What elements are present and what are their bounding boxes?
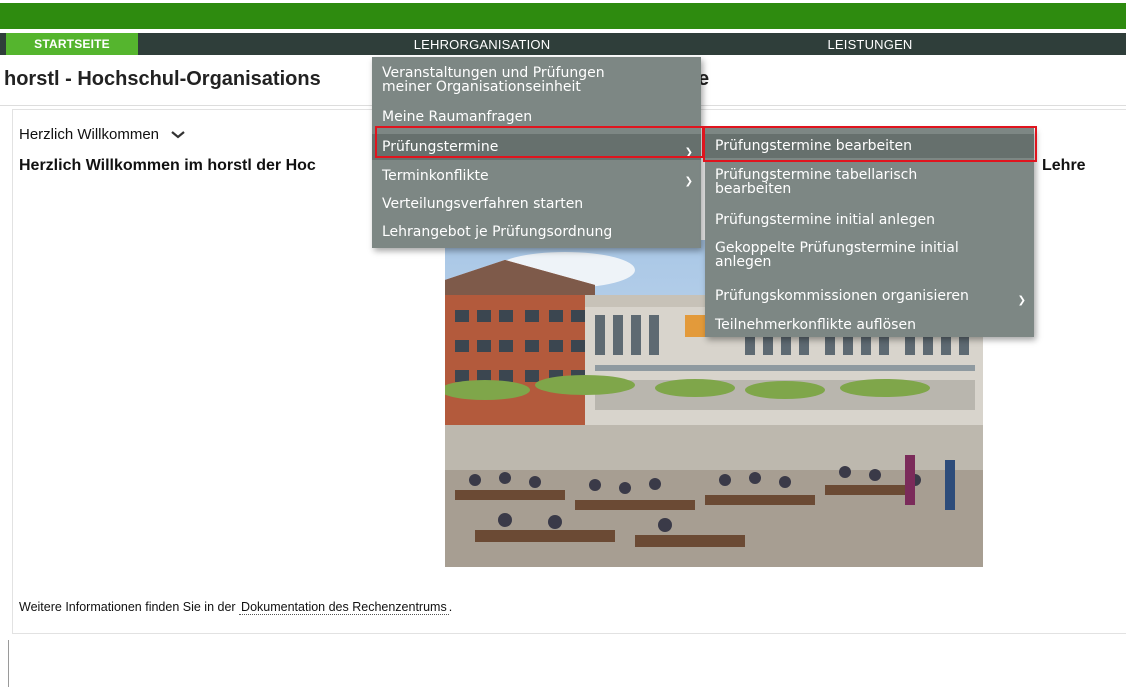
submenu-item-label: anlegen (715, 254, 772, 270)
menu-item-label: meiner Organisationseinheit (382, 79, 581, 95)
submenu-item-kommissionen[interactable]: Prüfungskommissionen organisieren ❯ (705, 284, 1034, 308)
menu-item-label: Lehrangebot je Prüfungsordnung (382, 224, 613, 240)
menu-item-pruefungstermine[interactable]: Prüfungstermine ❯ (372, 134, 701, 160)
menu-item-raumanfragen[interactable]: Meine Raumanfragen (372, 110, 701, 130)
welcome-text-end: Lehre (1042, 157, 1086, 174)
welcome-text: Herzlich Willkommen im horstl der Hoc (19, 157, 316, 174)
footer-info: Weitere Informationen finden Sie in der … (19, 600, 453, 615)
pruefungstermine-submenu: Prüfungstermine bearbeiten Prüfungstermi… (705, 128, 1034, 337)
submenu-item-label: Gekoppelte Prüfungstermine initial (715, 240, 959, 256)
documentation-link[interactable]: Dokumentation des Rechenzentrums (239, 600, 449, 615)
submenu-item-bearbeiten[interactable]: Prüfungstermine bearbeiten (705, 134, 1034, 158)
nav-lehrorganisation[interactable]: LEHRORGANISATION (392, 33, 572, 55)
page-edge-rule (8, 640, 9, 687)
menu-item-label: Verteilungsverfahren starten (382, 196, 584, 212)
submenu-item-label: Prüfungstermine initial anlegen (715, 212, 936, 228)
menu-item-label: Meine Raumanfragen (382, 109, 533, 125)
menu-item-label: Prüfungstermine (382, 139, 499, 155)
lehrorganisation-menu: Veranstaltungen und Prüfungen meiner Org… (372, 57, 701, 248)
menu-item-terminkonflikte[interactable]: Terminkonflikte ❯ (372, 163, 701, 189)
submenu-item-label: Prüfungskommissionen organisieren (715, 288, 969, 304)
submenu-item-label: Prüfungstermine tabellarisch (715, 167, 918, 183)
menu-item-verteilungsverfahren[interactable]: Verteilungsverfahren starten (372, 191, 701, 217)
submenu-item-gekoppelte[interactable]: Gekoppelte Prüfungstermine initial anleg… (705, 241, 1034, 275)
chevron-down-icon[interactable] (171, 131, 185, 139)
submenu-item-teilnehmerkonflikte[interactable]: Teilnehmerkonflikte auflösen (705, 313, 1034, 337)
footer-prefix: Weitere Informationen finden Sie in der (19, 600, 236, 614)
welcome-heading: Herzlich Willkommen (19, 126, 160, 143)
main-navigation: STARTSEITE LEHRORGANISATION LEISTUNGEN (0, 33, 1126, 55)
chevron-right-icon: ❯ (1017, 295, 1026, 306)
submenu-item-tabellarisch[interactable]: Prüfungstermine tabellarisch bearbeiten (705, 168, 1034, 202)
menu-item-label: Veranstaltungen und Prüfungen (382, 65, 605, 81)
submenu-item-label: Teilnehmerkonflikte auflösen (715, 317, 916, 333)
footer-suffix: . (448, 600, 453, 614)
top-brand-bar (0, 0, 1126, 29)
menu-item-lehrangebot[interactable]: Lehrangebot je Prüfungsordnung (372, 219, 701, 245)
page-title: horstl - Hochschul-Organisations (4, 68, 321, 90)
menu-item-label: Terminkonflikte (382, 168, 489, 184)
submenu-item-initial-anlegen[interactable]: Prüfungstermine initial anlegen (705, 208, 1034, 232)
menu-item-veranstaltungen[interactable]: Veranstaltungen und Prüfungen meiner Org… (372, 66, 701, 102)
nav-startseite[interactable]: STARTSEITE (6, 33, 138, 55)
welcome-portlet-header[interactable]: Herzlich Willkommen (19, 126, 185, 143)
submenu-item-label: bearbeiten (715, 181, 792, 197)
submenu-item-label: Prüfungstermine bearbeiten (715, 138, 912, 154)
nav-leistungen[interactable]: LEISTUNGEN (800, 33, 940, 55)
